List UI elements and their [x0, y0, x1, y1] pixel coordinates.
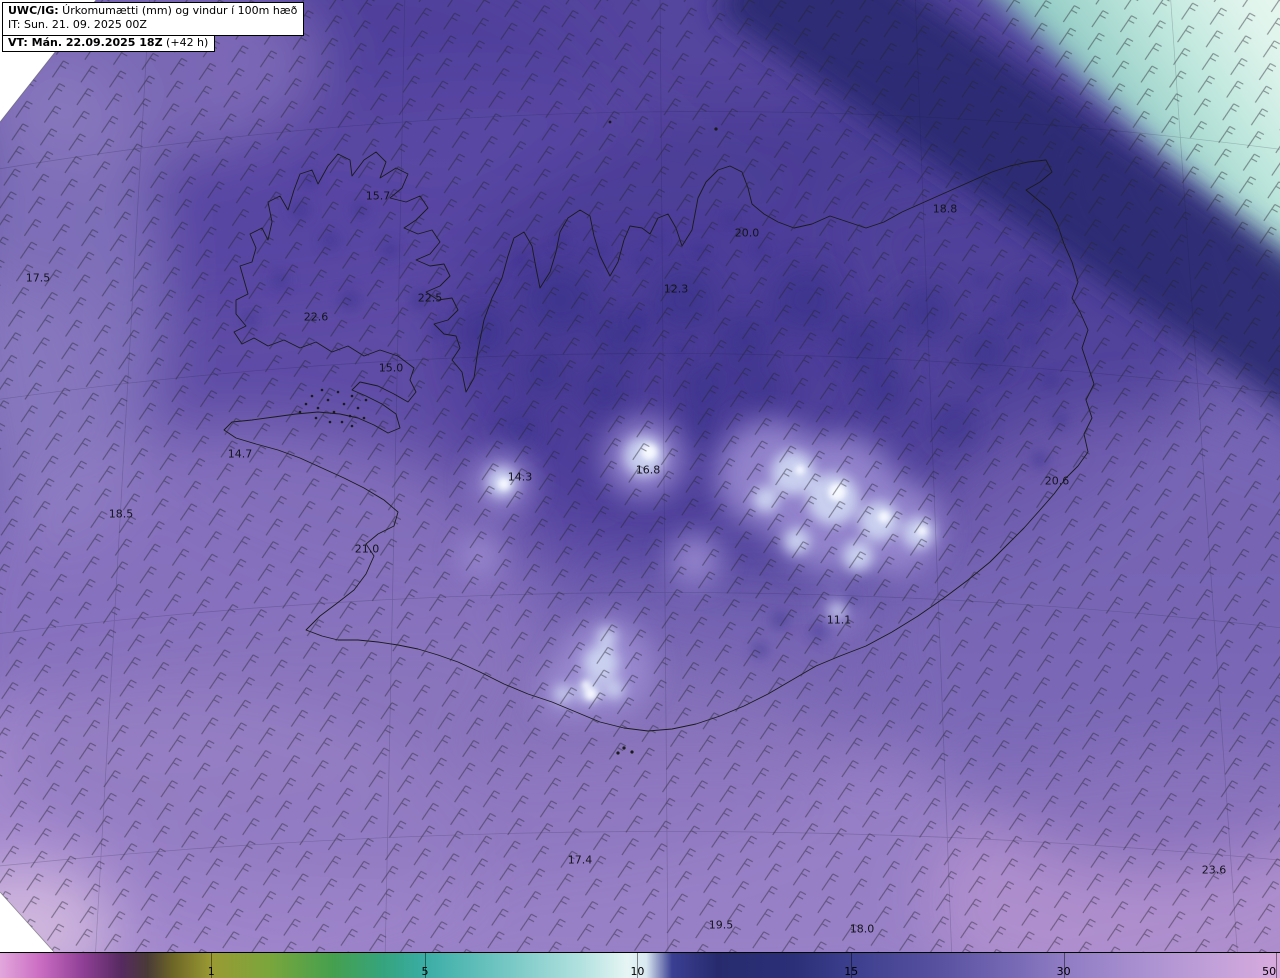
colorbar-tick-label: 50 — [1262, 965, 1277, 978]
colorbar-tick-label: 15 — [844, 965, 859, 978]
colorbar-tick-label: 30 — [1056, 965, 1071, 978]
colorbar-tick-label: 5 — [421, 965, 429, 978]
colorbar-ticks: 1 5 10 15 30 50 — [0, 953, 1280, 978]
product-title: Úrkomumætti (mm) og vindur í 100m hæð — [58, 4, 298, 17]
colorbar: 1 5 10 15 30 50 — [0, 952, 1280, 978]
weather-map-page: 17.5 15.7 18.8 20.0 12.3 22.5 22.6 15.0 14.7 14.3… — [0, 0, 1280, 978]
colorbar-tick-label: 10 — [630, 965, 645, 978]
weather-map-canvas — [0, 0, 1280, 952]
valid-time-line: VT: Mán. 22.09.2025 18Z (+42 h) — [2, 34, 216, 52]
wind-barbs-layer — [0, 0, 1280, 952]
valid-time: VT: Mán. 22.09.2025 18Z — [8, 35, 163, 49]
init-time-line: IT: Sun. 21. 09. 2025 00Z — [8, 18, 147, 32]
valid-time-offset: (+42 h) — [162, 35, 209, 49]
product-code: UWC/IG: — [8, 4, 59, 17]
colorbar-tick-label: 1 — [207, 965, 215, 978]
info-box: UWC/IG: Úrkomumætti (mm) og vindur í 100… — [2, 2, 305, 52]
colorbar-tick-mark — [1276, 953, 1278, 978]
product-title-line: UWC/IG: Úrkomumætti (mm) og vindur í 100… — [8, 4, 297, 18]
